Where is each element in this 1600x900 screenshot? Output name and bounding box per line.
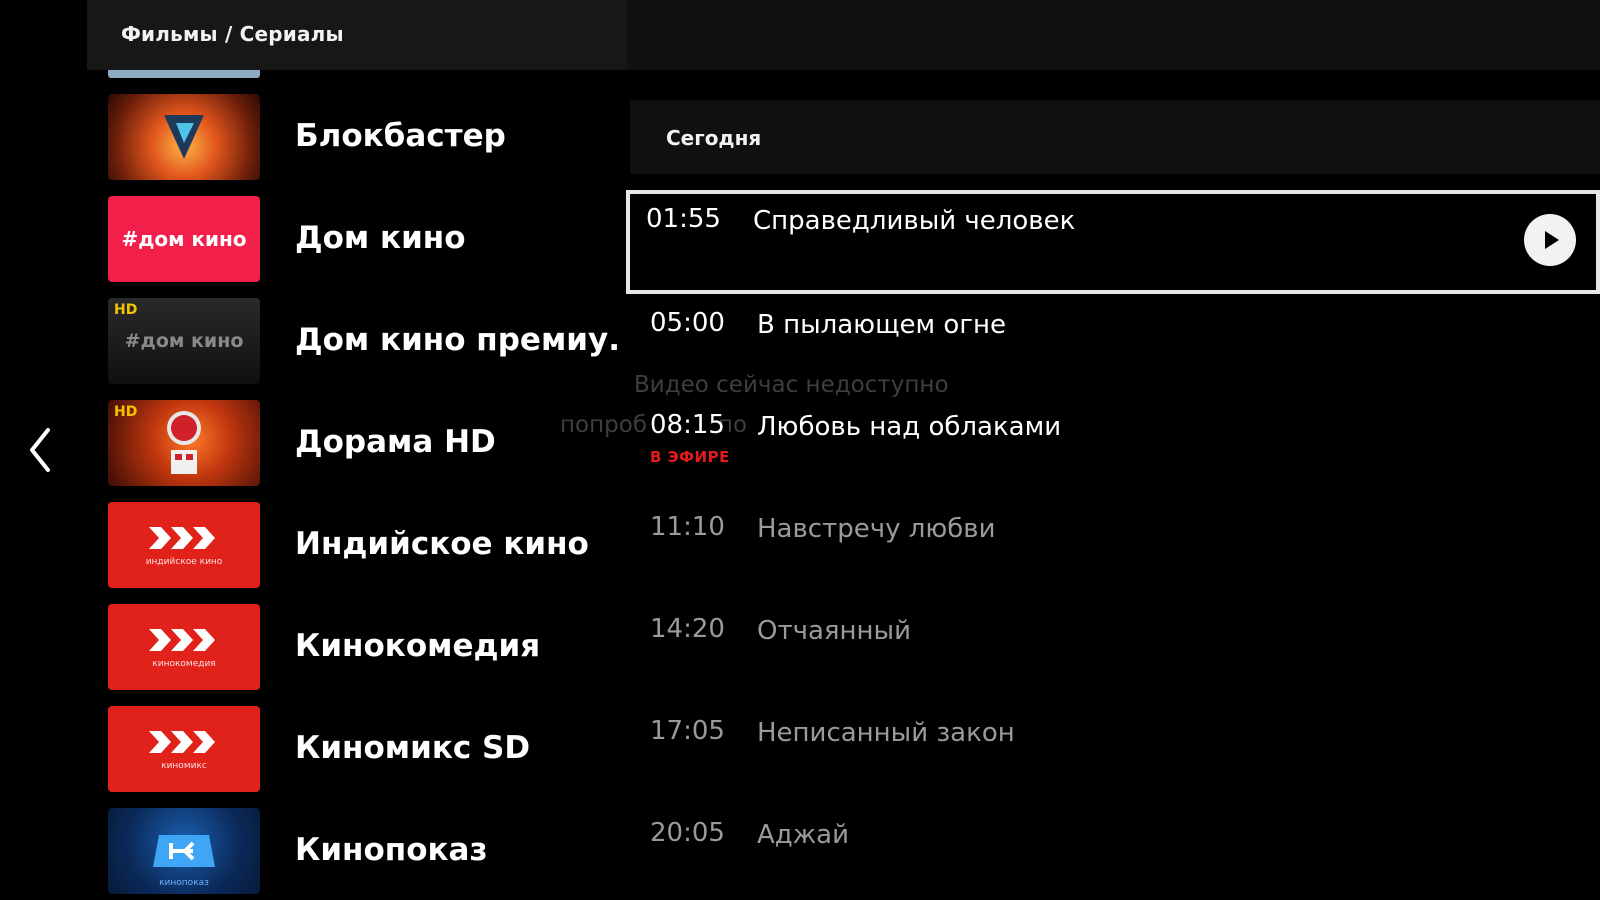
- channel-logo: кинопоказ: [108, 808, 260, 894]
- kinoclub-chevrons-icon: [149, 629, 215, 651]
- day-label: Сегодня: [666, 126, 762, 150]
- program-row-live[interactable]: 08:15 Любовь над облаками В ЭФИРЕ: [630, 396, 1600, 496]
- breadcrumb[interactable]: Фильмы / Сериалы: [121, 22, 344, 46]
- hd-badge: HD: [114, 404, 138, 420]
- channel-logo-subtext: кинопоказ: [159, 878, 209, 888]
- previous-channel-thumb-edge[interactable]: [108, 70, 260, 78]
- channel-logo-subtext: индийское кино: [145, 557, 223, 567]
- program-title: Навстречу любви: [757, 514, 996, 544]
- back-button[interactable]: [20, 420, 60, 480]
- hd-badge: HD: [114, 302, 138, 318]
- channel-logo: HD: [108, 400, 260, 486]
- program-row[interactable]: 11:10 Навстречу любви: [630, 498, 1600, 598]
- channel-name: Индийское кино: [295, 526, 589, 562]
- channel-item-kinopokaz[interactable]: кинопоказ Кинопоказ: [108, 808, 618, 894]
- chevron-left-icon: [30, 428, 50, 472]
- program-title: Справедливый человек: [753, 206, 1076, 236]
- channel-logo-text: #дом кино: [121, 227, 247, 251]
- channel-name: Кинопоказ: [295, 832, 488, 868]
- program-time: 14:20: [650, 614, 725, 644]
- program-time: 01:55: [646, 204, 721, 234]
- program-title: Любовь над облаками: [757, 412, 1062, 442]
- channel-list: Блокбастер #дом кино Дом кино #дом кино …: [108, 70, 618, 900]
- channel-logo: кинокомедия: [108, 604, 260, 690]
- program-row[interactable]: 17:05 Неписанный закон: [630, 702, 1600, 802]
- channel-logo-subtext: киномикс: [161, 761, 207, 771]
- play-button[interactable]: [1524, 214, 1576, 266]
- channel-item-kinokomediya[interactable]: кинокомедия Кинокомедия: [108, 604, 618, 690]
- dorama-logo-icon: [167, 411, 201, 474]
- channel-logo: #дом кино HD: [108, 298, 260, 384]
- program-title: Отчаянный: [757, 616, 911, 646]
- program-row[interactable]: 20:05 Аджай: [630, 804, 1600, 900]
- program-title: В пылающем огне: [757, 310, 1006, 340]
- kinopokaz-logo-icon: [153, 835, 215, 867]
- play-icon: [1545, 231, 1559, 249]
- kinoclub-chevrons-icon: [149, 731, 215, 753]
- channel-logo-subtext: кинокомедия: [152, 659, 216, 669]
- channel-name: Кинокомедия: [295, 628, 541, 664]
- schedule-panel: Сегодня 01:55 Справедливый человек 05:00…: [626, 100, 1600, 900]
- program-time: 05:00: [650, 308, 725, 338]
- program-title: Неписанный закон: [757, 718, 1015, 748]
- program-time: 20:05: [650, 818, 725, 848]
- channel-logo-text: #дом кино: [124, 330, 244, 352]
- channel-name: Блокбастер: [295, 118, 506, 154]
- channel-logo: [108, 94, 260, 180]
- program-title: Аджай: [757, 820, 850, 850]
- channel-item-kinomiks-sd[interactable]: киномикс Киномикс SD: [108, 706, 618, 792]
- channel-logo: киномикс: [108, 706, 260, 792]
- channel-name: Дом кино: [295, 220, 466, 256]
- top-bar-right: [627, 0, 1600, 70]
- program-row[interactable]: 14:20 Отчаянный: [630, 600, 1600, 700]
- live-badge: В ЭФИРЕ: [650, 448, 730, 466]
- program-time: 08:15: [650, 410, 725, 440]
- channel-item-dom-kino-premium[interactable]: #дом кино HD Дом кино премиу...: [108, 298, 618, 384]
- channel-logo: индийское кино: [108, 502, 260, 588]
- channel-item-blockbuster[interactable]: Блокбастер: [108, 94, 618, 180]
- channel-name: Киномикс SD: [295, 730, 531, 766]
- program-time: 11:10: [650, 512, 725, 542]
- top-bar: Фильмы / Сериалы: [87, 0, 1600, 70]
- program-row[interactable]: 01:55 Справедливый человек: [626, 190, 1600, 294]
- channel-name: Дорама HD: [295, 424, 496, 460]
- day-header[interactable]: Сегодня: [630, 100, 1600, 174]
- channel-name: Дом кино премиу...: [295, 322, 618, 358]
- program-row[interactable]: 05:00 В пылающем огне: [630, 294, 1600, 394]
- blockbuster-logo-icon: [164, 115, 204, 159]
- top-bar-left: Фильмы / Сериалы: [87, 0, 627, 70]
- program-time: 17:05: [650, 716, 725, 746]
- kinoclub-chevrons-icon: [149, 527, 215, 549]
- channel-logo: #дом кино: [108, 196, 260, 282]
- channel-item-dom-kino[interactable]: #дом кино Дом кино: [108, 196, 618, 282]
- channel-item-indian-cinema[interactable]: индийское кино Индийское кино: [108, 502, 618, 588]
- channel-item-dorama-hd[interactable]: HD Дорама HD: [108, 400, 618, 486]
